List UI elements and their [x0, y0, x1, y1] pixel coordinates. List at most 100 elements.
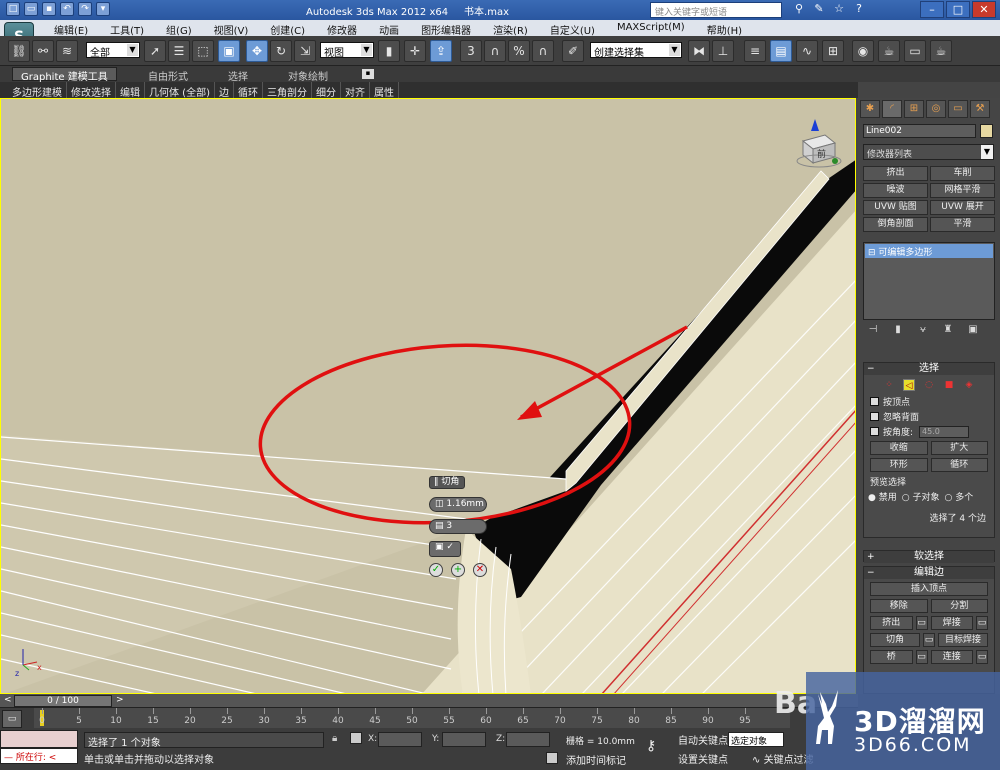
key-filters-button[interactable]: ∿ 关键点过滤	[752, 751, 814, 766]
rect-selection-icon[interactable]: ⬚	[192, 40, 214, 62]
align-icon[interactable]: ⊥	[712, 40, 734, 62]
curve-editor-icon[interactable]: ∿	[796, 40, 818, 62]
remove-modifier-icon[interactable]: ♜	[941, 324, 955, 338]
bridge-button[interactable]: 桥	[870, 650, 913, 664]
set-key-button[interactable]: 设置关键点	[678, 751, 728, 766]
menu-views[interactable]: 视图(V)	[202, 20, 259, 37]
panel-edit[interactable]: 编辑	[116, 82, 145, 99]
z-coord-field[interactable]	[506, 732, 550, 747]
object-color-swatch[interactable]	[980, 124, 993, 138]
chamfer-amount-field[interactable]: ◫ 1.16mm	[429, 497, 487, 512]
panel-modify-selection[interactable]: 修改选择	[67, 82, 116, 99]
mod-lathe-button[interactable]: 车削	[930, 166, 995, 181]
angle-spinner[interactable]: 45.0	[919, 425, 970, 438]
edge-subobj-icon[interactable]: ◁	[903, 379, 915, 391]
close-button[interactable]: ✕	[972, 1, 996, 18]
mod-meshsmooth-button[interactable]: 网格平滑	[930, 183, 995, 198]
show-end-result-icon[interactable]: ▮	[891, 324, 905, 338]
modifier-list-dropdown[interactable]: 修改器列表 ▼	[863, 144, 994, 160]
key-icon[interactable]: ⚷	[646, 738, 656, 754]
menu-graph-editors[interactable]: 图形编辑器	[409, 20, 481, 37]
spinner-snap-icon[interactable]: ∩	[532, 40, 554, 62]
link-icon[interactable]: ⛓	[8, 40, 30, 62]
ribbon-options-icon[interactable]: ▪	[362, 69, 374, 79]
preview-subobject-radio[interactable]: ○ 子对象	[902, 490, 940, 503]
insert-vertex-button[interactable]: 插入顶点	[870, 582, 988, 596]
time-slider[interactable]: < 0 / 100 >	[0, 694, 858, 708]
snaps-toggle-icon[interactable]: 3	[460, 40, 482, 62]
add-time-tag-button[interactable]: 添加时间标记	[566, 752, 626, 767]
select-by-name-icon[interactable]: ☰	[168, 40, 190, 62]
maxscript-listener-line[interactable]: — 所在行: <	[0, 748, 78, 764]
auto-key-button[interactable]: 自动关键点	[678, 732, 728, 747]
motion-panel-icon[interactable]: ◎	[926, 100, 946, 118]
vertex-subobj-icon[interactable]: ⁘	[883, 379, 895, 391]
configure-sets-icon[interactable]: ▣	[966, 324, 980, 338]
new-file-icon[interactable]: □	[6, 2, 20, 16]
remove-button[interactable]: 移除	[870, 599, 928, 613]
panel-geometry-all[interactable]: 几何体 (全部)	[145, 82, 215, 99]
create-panel-icon[interactable]: ✱	[860, 100, 880, 118]
ok-icon[interactable]: ✓	[429, 563, 443, 577]
y-coord-field[interactable]	[442, 732, 486, 747]
wrench-icon[interactable]: ✎	[812, 2, 826, 16]
weld-button[interactable]: 焊接	[930, 616, 973, 630]
time-slider-thumb[interactable]: 0 / 100	[14, 695, 112, 707]
bind-spacewarp-icon[interactable]: ≋	[56, 40, 78, 62]
chamfer-segments-field[interactable]: ▤ 3	[429, 519, 487, 534]
next-frame-icon[interactable]: >	[116, 695, 124, 705]
open-file-icon[interactable]: ▭	[24, 2, 38, 16]
pin-stack-icon[interactable]: ⊣	[866, 324, 880, 338]
mini-curve-editor-icon[interactable]: ▭	[2, 710, 22, 728]
named-selection-dropdown[interactable]: 创建选择集 ▼	[590, 42, 682, 58]
ring-button[interactable]: 环形	[870, 458, 928, 472]
rendered-frame-icon[interactable]: ▭	[904, 40, 926, 62]
menu-create[interactable]: 创建(C)	[258, 20, 315, 37]
binoculars-icon[interactable]: ⚲	[792, 2, 806, 16]
object-name-field[interactable]: Line002	[863, 124, 976, 138]
selection-filter-dropdown[interactable]: 全部 ▼	[86, 42, 140, 58]
shrink-button[interactable]: 收缩	[870, 441, 928, 455]
menu-rendering[interactable]: 渲染(R)	[481, 20, 538, 37]
mirror-icon[interactable]: ⧓	[688, 40, 710, 62]
viewcube[interactable]: 前	[795, 119, 842, 168]
hierarchy-panel-icon[interactable]: ⊞	[904, 100, 924, 118]
menu-maxscript[interactable]: MAXScript(M)	[605, 20, 695, 36]
panel-align[interactable]: 对齐	[341, 82, 370, 99]
redo-icon[interactable]: ↷	[78, 2, 92, 16]
weld-settings-button[interactable]: ▭	[976, 616, 988, 630]
layer-manager-icon[interactable]: ≡	[744, 40, 766, 62]
panel-properties[interactable]: 属性	[370, 82, 399, 99]
unlink-icon[interactable]: ⚯	[32, 40, 54, 62]
maximize-button[interactable]: □	[946, 1, 970, 18]
prev-frame-icon[interactable]: <	[4, 695, 12, 705]
select-object-icon[interactable]: ➚	[144, 40, 166, 62]
panel-edges[interactable]: 边	[215, 82, 234, 99]
edit-edges-rollout-header[interactable]: − 编辑边	[864, 567, 994, 579]
maxscript-listener[interactable]	[0, 730, 78, 748]
chamfer-button[interactable]: 切角	[870, 633, 920, 647]
menu-tools[interactable]: 工具(T)	[98, 20, 154, 37]
render-production-icon[interactable]: ☕	[930, 40, 952, 62]
percent-snap-icon[interactable]: %	[508, 40, 530, 62]
ignore-backfacing-checkbox[interactable]: 忽略背面	[870, 410, 988, 423]
panel-polygon-modeling[interactable]: 多边形建模	[8, 82, 67, 99]
caddy-title[interactable]: ‖ 切角	[429, 476, 466, 489]
menu-help[interactable]: 帮助(H)	[695, 20, 752, 37]
quick-access-dropdown-icon[interactable]: ▾	[96, 2, 110, 16]
loop-button[interactable]: 循环	[930, 458, 988, 472]
undo-icon[interactable]: ↶	[60, 2, 74, 16]
material-editor-icon[interactable]: ◉	[852, 40, 874, 62]
by-vertex-checkbox[interactable]: 按顶点	[870, 395, 988, 408]
select-scale-icon[interactable]: ⇲	[294, 40, 316, 62]
mod-bevel-profile-button[interactable]: 倒角剖面	[863, 217, 928, 232]
panel-tris[interactable]: 三角剖分	[263, 82, 312, 99]
pivot-center-icon[interactable]: ▮	[378, 40, 400, 62]
lock-selection-icon[interactable]: 🔒︎	[332, 733, 337, 744]
open-chamfer-toggle[interactable]: ▣ ✓	[429, 541, 461, 557]
window-crossing-icon[interactable]: ▣	[218, 40, 240, 62]
make-unique-icon[interactable]: ⩝	[916, 324, 930, 338]
mod-uvw-map-button[interactable]: UVW 贴图	[863, 200, 928, 215]
reference-coord-dropdown[interactable]: 视图 ▼	[320, 42, 374, 58]
border-subobj-icon[interactable]: ◌	[923, 379, 935, 391]
